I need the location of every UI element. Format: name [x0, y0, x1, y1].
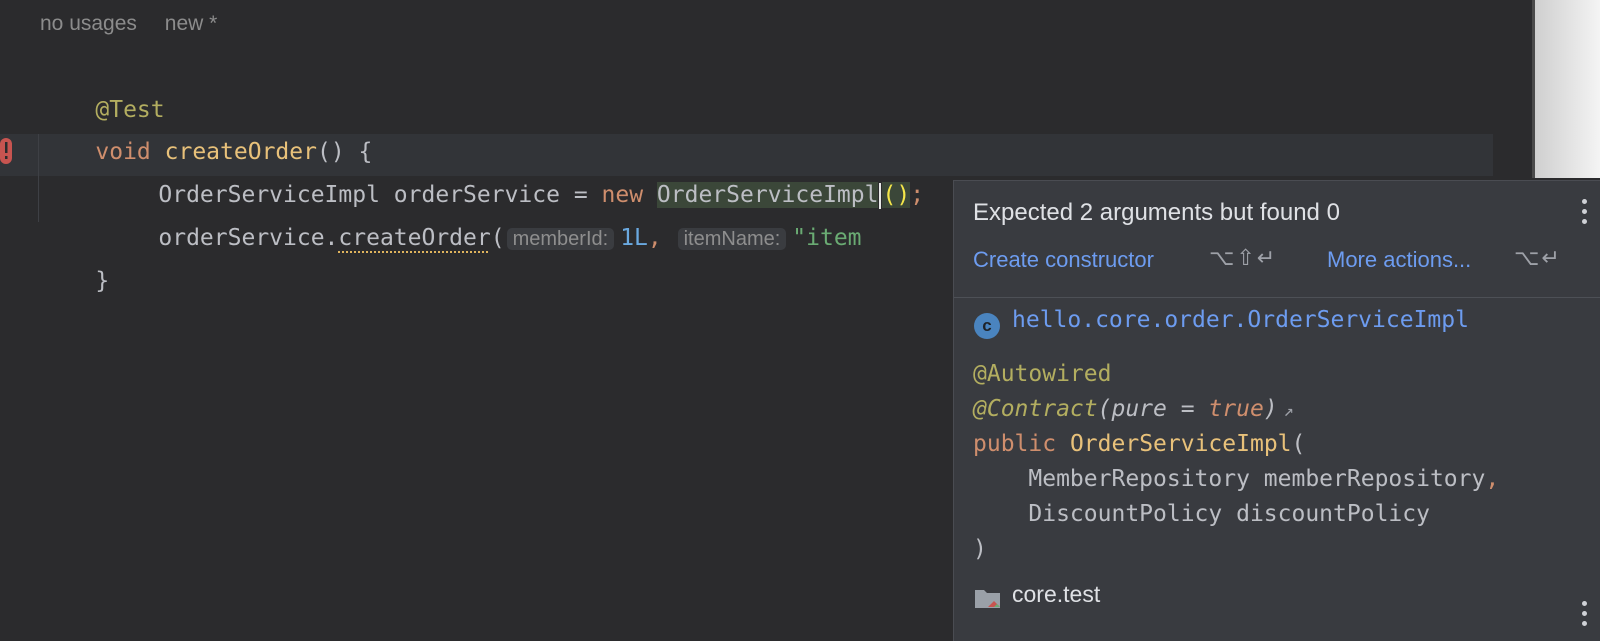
code-line-call[interactable]: orderService.createOrder(memberId: 1L, it…	[103, 178, 861, 251]
arg-string-literal: "item	[792, 225, 862, 251]
error-parens[interactable]: ()	[882, 182, 911, 208]
error-message: Expected 2 arguments but found 0	[973, 199, 1340, 226]
param-member-repository: MemberRepository memberRepository	[973, 466, 1486, 492]
param-hint-memberid: memberId:	[506, 228, 615, 250]
ctor-close-paren: )	[973, 536, 987, 562]
usages-hint[interactable]: no usages	[40, 12, 137, 35]
contract-annotation: @Contract	[973, 396, 1098, 422]
param-hint-itemname: itemName:	[677, 228, 787, 250]
arg-comma: ,	[647, 225, 676, 251]
module-folder-icon	[975, 590, 1000, 608]
doc-annotation-autowired: @Autowired	[973, 361, 1111, 387]
doc-ctor-close: )	[973, 536, 987, 562]
error-tooltip-popup[interactable]: Expected 2 arguments but found 0 Create …	[953, 180, 1600, 641]
arg-long-literal: 1L	[620, 225, 648, 251]
contract-args: (pure =	[1097, 396, 1209, 422]
adjacent-window-edge	[1535, 0, 1600, 178]
param-comma: ,	[1485, 466, 1500, 492]
external-link-arrow-icon[interactable]: ↗	[1284, 401, 1294, 421]
popup-options-icon[interactable]	[1582, 199, 1588, 229]
contract-true: true	[1208, 396, 1264, 422]
module-name: core.test	[1012, 581, 1101, 607]
receiver: orderService.	[158, 225, 339, 251]
public-keyword: public	[973, 431, 1057, 457]
code-vision-hints[interactable]: no usages new *	[40, 12, 239, 36]
popup-separator	[954, 297, 1600, 298]
closing-brace: }	[95, 268, 110, 294]
autowired-annotation: @Autowired	[973, 361, 1112, 387]
constructor-name: OrderServiceImpl	[1069, 431, 1292, 457]
doc-annotation-contract: @Contract(pure = true) ↗	[973, 396, 1294, 422]
code-line-annotation[interactable]: @Test	[40, 50, 164, 123]
create-constructor-shortcut: ⌥⇧↵	[1209, 245, 1278, 270]
contract-close: )	[1263, 396, 1278, 422]
param-discount-policy: DiscountPolicy discountPolicy	[973, 501, 1430, 527]
indent-guide	[38, 134, 39, 222]
error-gutter-icon[interactable]	[0, 138, 14, 164]
semicolon: ;	[910, 182, 925, 208]
code-line-method-decl[interactable]: void createOrder() {	[40, 92, 372, 165]
module-options-icon[interactable]	[1582, 601, 1587, 631]
open-paren: (	[490, 225, 505, 251]
doc-constructor-signature: public OrderServiceImpl(	[973, 431, 1305, 457]
code-line-closing[interactable]: }	[40, 221, 109, 294]
ctor-open-paren: (	[1291, 431, 1306, 457]
more-actions-shortcut: ⌥↵	[1514, 245, 1562, 270]
class-qualified-name-link[interactable]: hello.core.order.OrderServiceImpl	[1012, 307, 1469, 333]
doc-param-member-repository: MemberRepository memberRepository,	[973, 466, 1499, 492]
code-line-instantiation[interactable]: OrderServiceImpl orderService = new Orde…	[103, 135, 924, 209]
create-constructor-link[interactable]: Create constructor	[973, 247, 1154, 273]
class-icon: c	[974, 313, 1000, 339]
warning-method-call[interactable]: createOrder	[338, 225, 490, 251]
more-actions-link[interactable]: More actions...	[1327, 247, 1471, 273]
author-hint[interactable]: new *	[165, 12, 218, 35]
doc-param-discount-policy: DiscountPolicy discountPolicy	[973, 501, 1430, 527]
